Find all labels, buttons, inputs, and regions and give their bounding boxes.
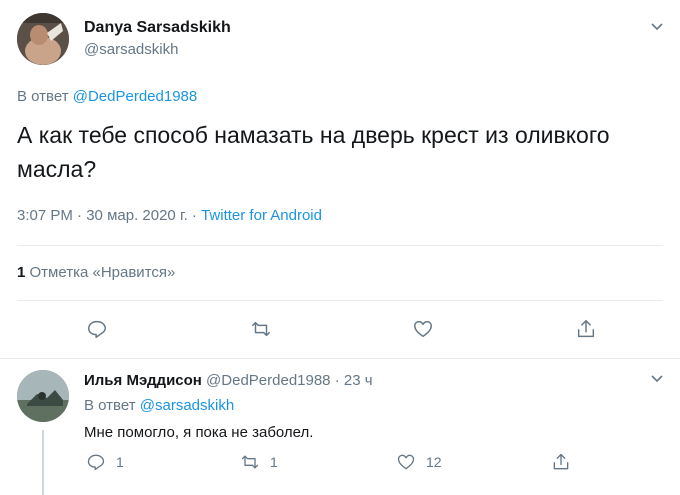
- tweet-date[interactable]: 30 мар. 2020 г.: [86, 207, 188, 224]
- reply-header: Илья Мэддисон @DedPerded1988 · 23 ч: [84, 372, 373, 389]
- reply-icon: [87, 454, 105, 471]
- reply-time[interactable]: 23 ч: [344, 372, 373, 389]
- reply-like-button[interactable]: 12: [396, 452, 442, 472]
- tweet-text: А как тебе способ намазать на дверь крес…: [17, 122, 610, 182]
- like-icon: [397, 454, 415, 470]
- meta-dot: ·: [191, 207, 202, 224]
- thread-separator: [0, 358, 680, 359]
- retweet-icon: [241, 455, 259, 469]
- share-icon: [577, 320, 595, 338]
- main-tweet[interactable]: Danya Sarsadskikh @sarsadskikh В ответ @…: [0, 0, 680, 358]
- thread-line: [42, 430, 44, 495]
- tweet-thread: Danya Sarsadskikh @sarsadskikh В ответ @…: [0, 0, 680, 495]
- likes-label: Отметка «Нравится»: [29, 264, 176, 281]
- meta-dot: ·: [334, 372, 344, 389]
- replying-to: В ответ @DedPerded1988: [17, 88, 197, 105]
- avatar-image: [17, 13, 69, 65]
- likes-summary[interactable]: 1 Отметка «Нравится»: [17, 264, 175, 281]
- tweet-time[interactable]: 3:07 PM: [17, 207, 73, 224]
- reply-to-link[interactable]: @DedPerded1988: [73, 88, 197, 105]
- reply-prefix: В ответ: [17, 88, 69, 105]
- reply-author-handle[interactable]: @DedPerded1988: [206, 372, 330, 389]
- reply-author-name[interactable]: Илья Мэддисон: [84, 372, 202, 389]
- avatar-image: [17, 370, 69, 422]
- likes-count: 1: [17, 264, 26, 281]
- reply-icon: [88, 320, 106, 338]
- author-avatar[interactable]: [17, 13, 69, 65]
- meta-dot: ·: [77, 207, 87, 224]
- divider: [17, 300, 663, 301]
- author-name[interactable]: Danya Sarsadskikh: [84, 19, 231, 37]
- reply-text: Мне помогло, я пока не заболел.: [84, 424, 314, 441]
- reply-button[interactable]: [86, 318, 108, 340]
- like-icon: [414, 320, 432, 338]
- like-count: 12: [426, 454, 442, 470]
- reply-share-button[interactable]: [551, 452, 571, 472]
- chevron-down-icon[interactable]: [648, 370, 666, 388]
- reply-author-avatar[interactable]: [17, 370, 69, 422]
- tweet-source[interactable]: Twitter for Android: [201, 207, 322, 224]
- retweet-count: 1: [270, 454, 278, 470]
- share-icon: [553, 453, 569, 470]
- share-button[interactable]: [575, 318, 597, 340]
- divider: [17, 245, 663, 246]
- reply-prefix: В ответ: [84, 397, 136, 414]
- reply-retweet-button[interactable]: 1: [240, 452, 278, 472]
- reply-reply-button[interactable]: 1: [86, 452, 124, 472]
- retweet-icon: [252, 321, 270, 337]
- tweet-meta: 3:07 PM · 30 мар. 2020 г. · Twitter for …: [17, 207, 322, 224]
- retweet-button[interactable]: [250, 318, 272, 340]
- reply-count: 1: [116, 454, 124, 470]
- reply-replying-to: В ответ @sarsadskikh: [84, 397, 234, 414]
- author-handle[interactable]: @sarsadskikh: [84, 41, 178, 58]
- reply-to-link[interactable]: @sarsadskikh: [140, 397, 234, 414]
- like-button[interactable]: [412, 318, 434, 340]
- chevron-down-icon[interactable]: [648, 18, 666, 36]
